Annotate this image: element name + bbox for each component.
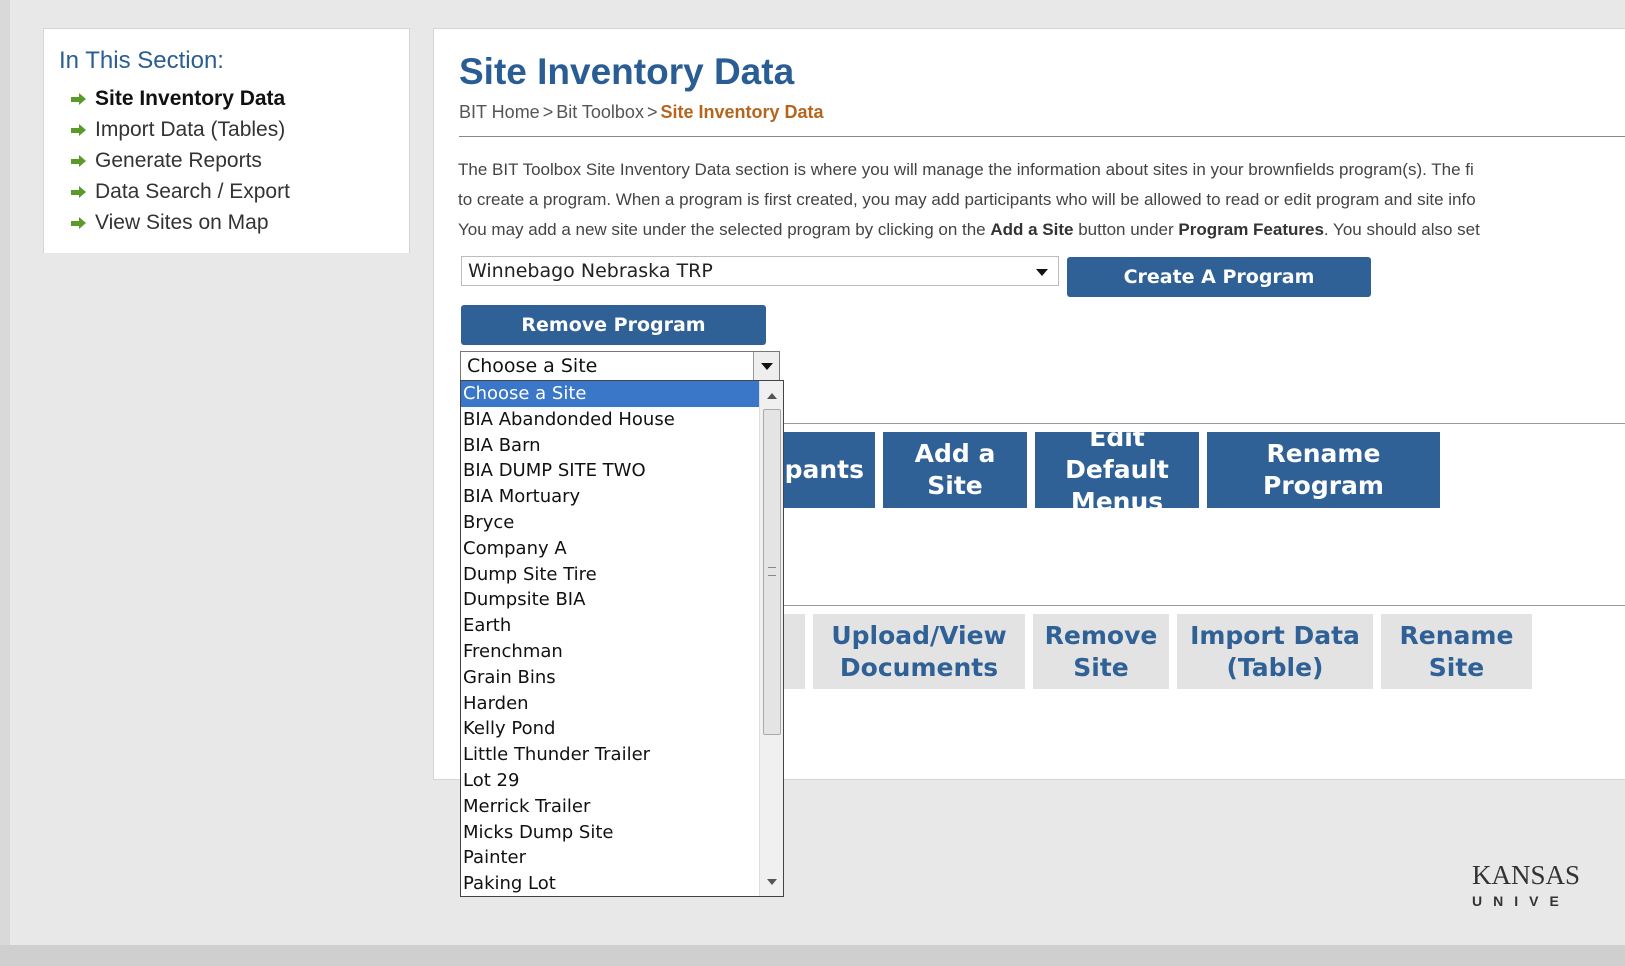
breadcrumb-separator: > [542, 102, 554, 122]
breadcrumb-current: Site Inventory Data [660, 102, 824, 122]
sidebar-item-generate-reports[interactable]: Generate Reports [59, 145, 409, 176]
features-divider [784, 423, 1625, 424]
site-option[interactable]: Dump Site Tire [461, 562, 759, 588]
sidebar-item-view-map[interactable]: View Sites on Map [59, 207, 409, 238]
program-select-value: Winnebago Nebraska TRP [468, 260, 713, 282]
site-option[interactable]: Little Thunder Trailer [461, 742, 759, 768]
intro-line: The BIT Toolbox Site Inventory Data sect… [458, 160, 1474, 179]
breadcrumb: BIT Home > Bit Toolbox > Site Inventory Data [459, 102, 824, 123]
site-option[interactable]: Company A [461, 536, 759, 562]
edit-default-menus-button[interactable]: Edit Default Menus [1035, 423, 1199, 516]
breadcrumb-toolbox-link[interactable]: Bit Toolbox [556, 102, 644, 122]
bottom-strip [0, 945, 1625, 966]
site-option[interactable]: Lot 29 [461, 768, 759, 794]
add-site-emphasis: Add a Site [990, 220, 1074, 239]
create-program-button[interactable]: Create A Program [1067, 257, 1371, 297]
scroll-down-icon[interactable] [760, 870, 783, 894]
arrow-right-icon [71, 123, 87, 136]
site-option[interactable]: BIA Abandonded House [461, 407, 759, 433]
site-option[interactable]: BIA Barn [461, 433, 759, 459]
intro-line: You may add a new site under the selecte… [458, 220, 1480, 239]
site-features-divider [784, 605, 1625, 606]
sidebar-item-import-data[interactable]: Import Data (Tables) [59, 114, 409, 145]
logo-name: KANSAS [1472, 860, 1581, 890]
title-divider [459, 136, 1625, 137]
arrow-right-icon [71, 216, 87, 229]
remove-site-button[interactable]: Remove Site [1033, 614, 1169, 689]
dropdown-scrollbar[interactable] [759, 381, 783, 896]
sidebar-item-label: Data Search / Export [95, 180, 290, 203]
sidebar-item-label: Generate Reports [95, 149, 262, 172]
site-select-value: Choose a Site [467, 355, 598, 377]
site-option[interactable]: BIA Mortuary [461, 484, 759, 510]
rename-site-button[interactable]: Rename Site [1381, 614, 1532, 689]
site-option[interactable]: Micks Dump Site [461, 820, 759, 846]
arrow-right-icon [71, 185, 87, 198]
site-option[interactable]: Choose a Site [461, 381, 759, 407]
rename-program-button[interactable]: Rename Program [1207, 432, 1440, 508]
arrow-right-icon [71, 154, 87, 167]
sidebar-title: In This Section: [59, 47, 224, 74]
upload-documents-button[interactable]: Upload/View Documents [813, 614, 1025, 689]
site-option[interactable]: BIA DUMP SITE TWO [461, 458, 759, 484]
dropdown-arrow-icon[interactable] [753, 352, 779, 380]
site-option[interactable]: Paking Lot [461, 871, 759, 896]
breadcrumb-separator: > [646, 102, 658, 122]
sidebar-nav: Site Inventory Data Import Data (Tables)… [59, 83, 409, 238]
site-option[interactable]: Frenchman [461, 639, 759, 665]
site-select[interactable]: Choose a Site [460, 351, 780, 381]
chevron-down-icon [1036, 269, 1048, 276]
site-option[interactable]: Earth [461, 613, 759, 639]
university-logo: KANSAS UNIVE [1472, 860, 1580, 909]
add-site-button[interactable]: Add a Site [883, 432, 1027, 508]
program-features-emphasis: Program Features [1178, 220, 1324, 239]
page-title: Site Inventory Data [459, 51, 795, 92]
remove-program-button[interactable]: Remove Program [461, 305, 766, 345]
site-option[interactable]: Grain Bins [461, 665, 759, 691]
site-option[interactable]: Painter [461, 845, 759, 871]
site-option[interactable]: Dumpsite BIA [461, 587, 759, 613]
participants-button[interactable]: ipants [774, 432, 875, 508]
program-select[interactable]: Winnebago Nebraska TRP [461, 256, 1059, 286]
section-sidebar: In This Section: Site Inventory Data Imp… [43, 28, 410, 253]
site-option[interactable]: Merrick Trailer [461, 794, 759, 820]
logo-subtitle: UNIVE [1472, 893, 1570, 909]
site-dropdown-list[interactable]: Choose a Site BIA Abandonded House BIA Bar… [460, 380, 784, 897]
site-option[interactable]: Bryce [461, 510, 759, 536]
scroll-thumb[interactable] [763, 409, 781, 735]
scroll-up-icon[interactable] [760, 385, 783, 409]
intro-line: to create a program. When a program is f… [458, 190, 1476, 209]
breadcrumb-home-link[interactable]: BIT Home [459, 102, 540, 122]
sidebar-item-label: Import Data (Tables) [95, 118, 286, 141]
site-options: Choose a Site BIA Abandonded House BIA Bar… [461, 381, 759, 896]
sidebar-item-label: View Sites on Map [95, 211, 269, 234]
arrow-right-icon [71, 92, 87, 105]
site-option[interactable]: Kelly Pond [461, 716, 759, 742]
site-option[interactable]: Harden [461, 691, 759, 717]
import-data-table-button[interactable]: Import Data (Table) [1177, 614, 1373, 689]
sidebar-item-label: Site Inventory Data [95, 87, 286, 110]
sidebar-item-data-search[interactable]: Data Search / Export [59, 176, 409, 207]
sidebar-item-site-inventory[interactable]: Site Inventory Data [59, 83, 409, 114]
intro-text: The BIT Toolbox Site Inventory Data sect… [458, 155, 1625, 245]
